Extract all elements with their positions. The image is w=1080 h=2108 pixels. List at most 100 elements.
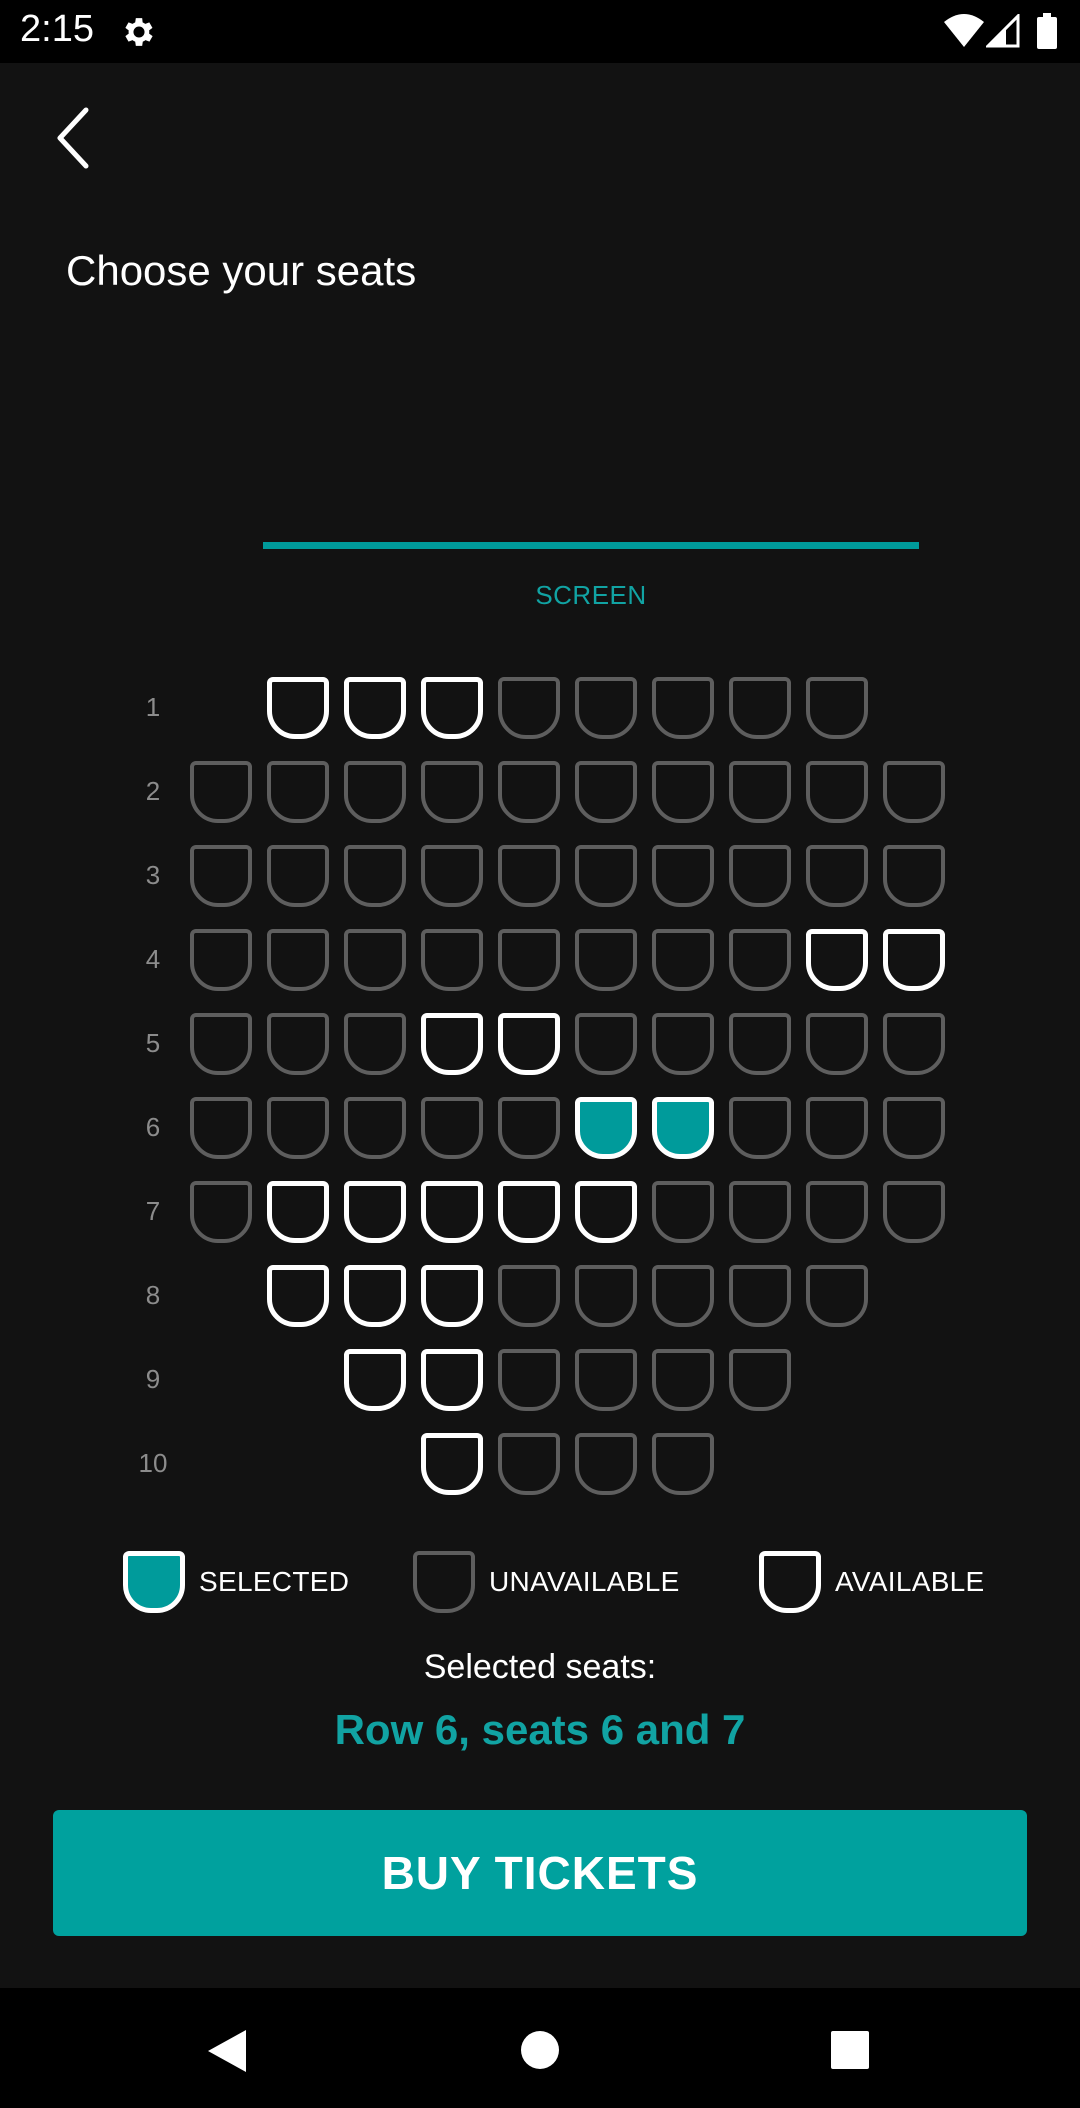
seat-unavailable (729, 1349, 791, 1411)
seat-unavailable (498, 761, 560, 823)
seat-unavailable (575, 929, 637, 991)
legend-unavailable-label: UNAVAILABLE (489, 1566, 680, 1597)
seat-available[interactable] (344, 1181, 406, 1243)
seat-unavailable (190, 929, 252, 991)
seat-selected[interactable] (652, 1097, 714, 1159)
screen-label: SCREEN (535, 580, 647, 610)
buy-tickets-button[interactable]: BUY TICKETS (53, 1810, 1027, 1936)
seat-available[interactable] (267, 1181, 329, 1243)
legend-unavailable: UNAVAILABLE (413, 1550, 680, 1614)
seat-available[interactable] (421, 1265, 483, 1327)
nav-home-icon[interactable] (520, 2030, 560, 2070)
legend-available-label: AVAILABLE (835, 1566, 985, 1597)
seat-unavailable (575, 1265, 637, 1327)
seat-unavailable (806, 1265, 868, 1327)
screen-indicator (263, 542, 919, 549)
seat-unavailable (267, 845, 329, 907)
seat-unavailable (575, 677, 637, 739)
seat-unavailable (652, 1265, 714, 1327)
seat-unavailable (575, 845, 637, 907)
seat-unavailable (267, 1013, 329, 1075)
seat-available[interactable] (806, 929, 868, 991)
seat-available[interactable] (421, 1349, 483, 1411)
seat-unavailable (883, 1013, 945, 1075)
seat-unavailable (344, 845, 406, 907)
seat-available[interactable] (421, 1013, 483, 1075)
seat-unavailable (421, 761, 483, 823)
seat-unavailable (806, 677, 868, 739)
seat-unavailable (729, 1181, 791, 1243)
seat-unavailable (883, 761, 945, 823)
seat-available[interactable] (498, 1013, 560, 1075)
seat-unavailable (652, 1013, 714, 1075)
selected-seats-caption: Selected seats: (423, 1648, 657, 1686)
seat-available[interactable] (344, 1349, 406, 1411)
seat-unavailable (883, 1097, 945, 1159)
seat-available[interactable] (421, 677, 483, 739)
seat-unavailable (190, 1013, 252, 1075)
seat-unavailable (344, 1013, 406, 1075)
seat-unavailable (652, 1349, 714, 1411)
wifi-icon (944, 14, 984, 47)
seat-unavailable (652, 929, 714, 991)
page-title: Choose your seats (66, 247, 417, 294)
seat-unavailable (729, 1265, 791, 1327)
seat-unavailable (575, 1433, 637, 1495)
seat-unavailable (498, 1097, 560, 1159)
seat-unavailable (575, 761, 637, 823)
seat-unavailable (190, 1181, 252, 1243)
status-bar: 2:15 (0, 0, 1080, 63)
seat-unavailable (883, 845, 945, 907)
navigation-bar (0, 1988, 1080, 2108)
seat-available[interactable] (421, 1433, 483, 1495)
seat-unavailable (575, 1349, 637, 1411)
seat-selected[interactable] (575, 1097, 637, 1159)
seat-unavailable (652, 1181, 714, 1243)
nav-recents-icon[interactable] (830, 2030, 870, 2070)
seat-available[interactable] (344, 1265, 406, 1327)
seat-unavailable (190, 845, 252, 907)
legend-available: AVAILABLE (759, 1550, 985, 1614)
chevron-left-icon (57, 107, 89, 169)
seat-unavailable (652, 677, 714, 739)
seat-unavailable (267, 761, 329, 823)
seat-available[interactable] (267, 1265, 329, 1327)
back-button[interactable] (42, 100, 102, 176)
seat-unavailable (344, 1097, 406, 1159)
seat-unavailable (344, 929, 406, 991)
selected-seats-value: Row 6, seats 6 and 7 (334, 1706, 746, 1753)
seat-available[interactable] (421, 1181, 483, 1243)
gear-icon (125, 18, 153, 46)
seat-unavailable (729, 845, 791, 907)
seat-unavailable (806, 845, 868, 907)
seat-available[interactable] (344, 677, 406, 739)
seat-unavailable (421, 929, 483, 991)
seat-unavailable (498, 677, 560, 739)
nav-back-icon[interactable] (204, 2028, 248, 2074)
seat-available[interactable] (267, 677, 329, 739)
status-time: 2:15 (20, 8, 94, 50)
seat-unavailable (806, 761, 868, 823)
seat-unavailable (652, 761, 714, 823)
seat-unavailable (729, 929, 791, 991)
seat-unavailable (344, 761, 406, 823)
seat-unavailable (806, 1181, 868, 1243)
seat-unavailable (267, 929, 329, 991)
seat-unavailable (421, 1097, 483, 1159)
seat-unavailable (729, 761, 791, 823)
seat-available[interactable] (575, 1181, 637, 1243)
seat-available[interactable] (498, 1181, 560, 1243)
battery-icon (1037, 13, 1057, 49)
seat-unavailable (883, 1181, 945, 1243)
seat-available[interactable] (883, 929, 945, 991)
seat-unavailable (421, 845, 483, 907)
seat-unavailable (190, 761, 252, 823)
seat-unavailable (498, 1349, 560, 1411)
seat-unavailable (729, 1097, 791, 1159)
seat-unavailable (729, 677, 791, 739)
seat-unavailable (498, 1265, 560, 1327)
legend-selected: SELECTED (123, 1550, 349, 1614)
seat-unavailable (806, 1013, 868, 1075)
seat-unavailable (190, 1097, 252, 1159)
seat-unavailable (652, 845, 714, 907)
